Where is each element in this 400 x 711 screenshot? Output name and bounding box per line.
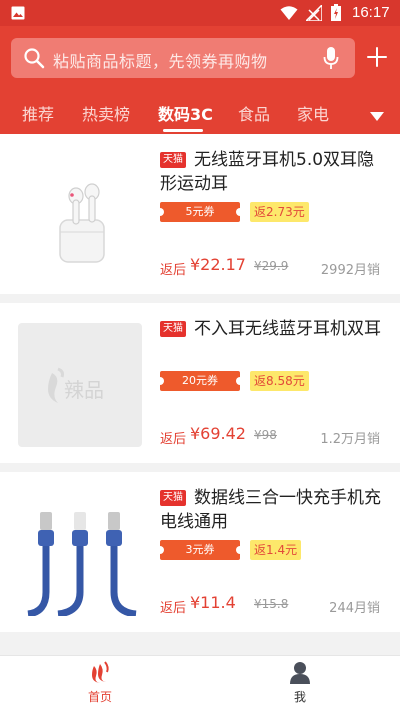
product-image-cables	[18, 492, 142, 616]
status-bar: 16:17	[0, 0, 400, 26]
signal-icon	[306, 5, 322, 21]
earbuds-image	[18, 154, 142, 278]
svg-text:辣品: 辣品	[64, 378, 104, 402]
price-row: 返后 ¥69.42 ¥98 1.2万月销	[160, 424, 380, 447]
price-row: 返后 ¥22.17 ¥29.9 2992月销	[160, 255, 380, 278]
original-price: ¥29.9	[254, 259, 289, 273]
final-price: ¥69.42	[190, 424, 246, 443]
status-time: 16:17	[352, 4, 390, 21]
nav-me[interactable]: 我	[200, 656, 400, 711]
tab-recommend[interactable]: 推荐	[22, 101, 54, 125]
monthly-sales: 2992月销	[320, 263, 380, 278]
coupon-tag[interactable]: 5元券	[156, 202, 244, 222]
search-icon	[24, 48, 45, 69]
search-placeholder: 粘贴商品标题，先领券再购物	[53, 52, 268, 71]
rebate-tag: 返2.73元	[250, 202, 309, 222]
wifi-icon	[280, 6, 298, 20]
final-price: ¥11.4	[190, 593, 236, 612]
chevron-down-icon[interactable]	[370, 112, 384, 121]
home-chili-icon	[92, 661, 109, 683]
nav-home[interactable]: 首页	[0, 656, 200, 711]
microphone-icon[interactable]	[323, 46, 339, 70]
bottom-nav: 首页 我	[0, 655, 400, 711]
gallery-notification-icon	[11, 6, 25, 20]
product-card[interactable]: 辣品 天猫 不入耳无线蓝牙耳机双耳 20元券 返8.58元 返后 ¥69.42 …	[0, 303, 400, 463]
nav-me-label: 我	[293, 690, 306, 704]
product-image-placeholder: 辣品	[18, 323, 142, 447]
original-price: ¥15.8	[254, 597, 289, 611]
price-label: 返后	[160, 263, 187, 278]
product-image-earbuds	[18, 154, 142, 278]
search-bar[interactable]: 粘贴商品标题，先领券再购物	[11, 38, 355, 78]
monthly-sales: 244月销	[329, 601, 380, 616]
tab-digital-3c[interactable]: 数码3C	[158, 101, 213, 125]
tab-hot-sales[interactable]: 热卖榜	[82, 101, 130, 125]
product-card[interactable]: 天猫 数据线三合一快充手机充电线通用 3元券 返1.4元 返后 ¥11.4 ¥1…	[0, 472, 400, 632]
coupon-tag[interactable]: 3元券	[156, 540, 244, 560]
tab-food[interactable]: 食品	[238, 101, 270, 125]
original-price: ¥98	[254, 428, 277, 442]
nav-home-label: 首页	[87, 690, 112, 704]
final-price: ¥22.17	[190, 255, 246, 274]
product-title: 无线蓝牙耳机5.0双耳隐形运动耳	[160, 150, 375, 194]
price-label: 返后	[160, 601, 187, 616]
price-row: 返后 ¥11.4 ¥15.8 244月销	[160, 593, 380, 616]
product-card[interactable]: 天猫 无线蓝牙耳机5.0双耳隐形运动耳 5元券 返2.73元 返后 ¥22.17…	[0, 134, 400, 294]
battery-charging-icon	[331, 4, 341, 21]
product-title: 数据线三合一快充手机充电线通用	[160, 488, 381, 532]
coupon-tag[interactable]: 20元券	[156, 371, 244, 391]
price-label: 返后	[160, 432, 187, 447]
category-tabs: 推荐 热卖榜 数码3C 食品 家电	[0, 96, 400, 134]
active-tab-indicator	[163, 129, 203, 132]
monthly-sales: 1.2万月销	[320, 432, 380, 447]
rebate-tag: 返1.4元	[250, 540, 302, 560]
product-title: 不入耳无线蓝牙耳机双耳	[194, 319, 381, 339]
cables-image	[18, 492, 142, 616]
tab-appliances[interactable]: 家电	[297, 101, 329, 125]
rebate-tag: 返8.58元	[250, 371, 309, 391]
add-icon[interactable]	[366, 46, 388, 68]
brand-placeholder-logo: 辣品	[48, 367, 104, 403]
user-icon	[290, 662, 310, 684]
header: 粘贴商品标题，先领券再购物 推荐 热卖榜 数码3C 食品 家电	[0, 26, 400, 134]
